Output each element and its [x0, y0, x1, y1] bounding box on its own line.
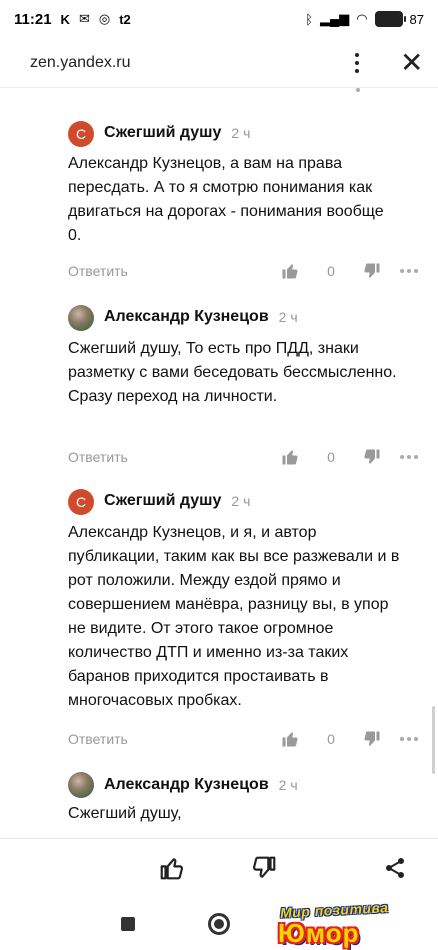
battery-icon: [374, 11, 406, 27]
status-bar: 11:21 K ✉ ◎ t2 ᛒ ▂▄▆ ◠ 87: [0, 0, 438, 38]
system-navigation-bar: Мир позитива Юмор: [0, 896, 438, 950]
status-time: 11:21: [14, 10, 52, 28]
comments-list: С Сжегший душу 2 ч Александр Кузнецов, а…: [0, 88, 438, 838]
wifi-icon: ◠: [356, 11, 368, 26]
bluetooth-icon: ᛒ: [305, 11, 313, 27]
vk-icon: ◎: [98, 11, 111, 26]
browser-url-bar: zen.yandex.ru ✕: [0, 38, 438, 88]
comment-item: Александр Кузнецов 2 ч Сжегший душу,: [0, 772, 438, 838]
watermark-logo: Мир позитива Юмор: [270, 899, 436, 948]
like-icon[interactable]: [278, 262, 302, 280]
comment-author[interactable]: Сжегший душу: [104, 124, 221, 142]
comment-time: 2 ч: [278, 777, 298, 793]
comment-text: Сжегший душу,: [68, 805, 182, 822]
comment-text: Александр Кузнецов, и я, и автор публика…: [68, 524, 400, 709]
like-icon[interactable]: [278, 730, 302, 748]
reply-button[interactable]: Ответить: [68, 731, 128, 747]
comment-text: Сжегший душу, То есть про ПДД, знаки раз…: [68, 340, 397, 405]
mail-icon: ✉: [78, 11, 90, 26]
comment-options-icon[interactable]: [384, 269, 418, 273]
comment-item: Александр Кузнецов 2 ч Сжегший душу, То …: [0, 304, 438, 474]
home-icon[interactable]: [208, 913, 230, 935]
like-icon[interactable]: [278, 448, 302, 466]
comment-author[interactable]: Сжегший душу: [104, 492, 221, 510]
comment-options-icon[interactable]: [384, 737, 418, 741]
comment-author[interactable]: Александр Кузнецов: [104, 776, 269, 794]
watermark-bottom-text: Юмор: [278, 918, 360, 948]
dislike-icon[interactable]: [360, 448, 384, 466]
dislike-icon[interactable]: [360, 730, 384, 748]
battery-level: 87: [409, 11, 424, 27]
avatar[interactable]: С: [68, 489, 94, 515]
close-icon[interactable]: ✕: [400, 48, 423, 77]
comment-item: С Сжегший душу 2 ч Александр Кузнецов, и…: [0, 487, 438, 757]
dislike-icon[interactable]: [360, 262, 384, 280]
collapsed-comment-options-icon[interactable]: [356, 88, 362, 98]
like-post-icon[interactable]: [157, 853, 187, 883]
comment-time: 2 ч: [231, 493, 251, 509]
comment-item: С Сжегший душу 2 ч Александр Кузнецов, а…: [0, 118, 438, 288]
comment-time: 2 ч: [231, 125, 251, 141]
avatar[interactable]: [68, 305, 94, 331]
like-count: 0: [327, 449, 335, 465]
scrollbar[interactable]: [432, 706, 435, 774]
avatar[interactable]: [68, 772, 94, 798]
t2-icon: t2: [119, 11, 131, 27]
bottom-action-bar: [0, 838, 438, 896]
comment-time: 2 ч: [278, 309, 298, 325]
reply-button[interactable]: Ответить: [68, 449, 128, 465]
signal-icon: ▂▄▆: [319, 11, 350, 26]
recents-icon[interactable]: [121, 917, 135, 931]
like-count: 0: [327, 263, 335, 279]
dislike-post-icon[interactable]: [249, 853, 279, 883]
reply-button[interactable]: Ответить: [68, 263, 128, 279]
more-options-icon[interactable]: [348, 52, 366, 73]
comment-text: Александр Кузнецов, а вам на права перес…: [68, 155, 384, 244]
avatar[interactable]: С: [68, 121, 94, 147]
comment-options-icon[interactable]: [384, 455, 418, 459]
like-count: 0: [327, 731, 335, 747]
url-text[interactable]: zen.yandex.ru: [30, 54, 131, 72]
comment-author[interactable]: Александр Кузнецов: [104, 308, 269, 326]
share-icon[interactable]: [380, 853, 410, 883]
k-icon: K: [60, 11, 70, 27]
